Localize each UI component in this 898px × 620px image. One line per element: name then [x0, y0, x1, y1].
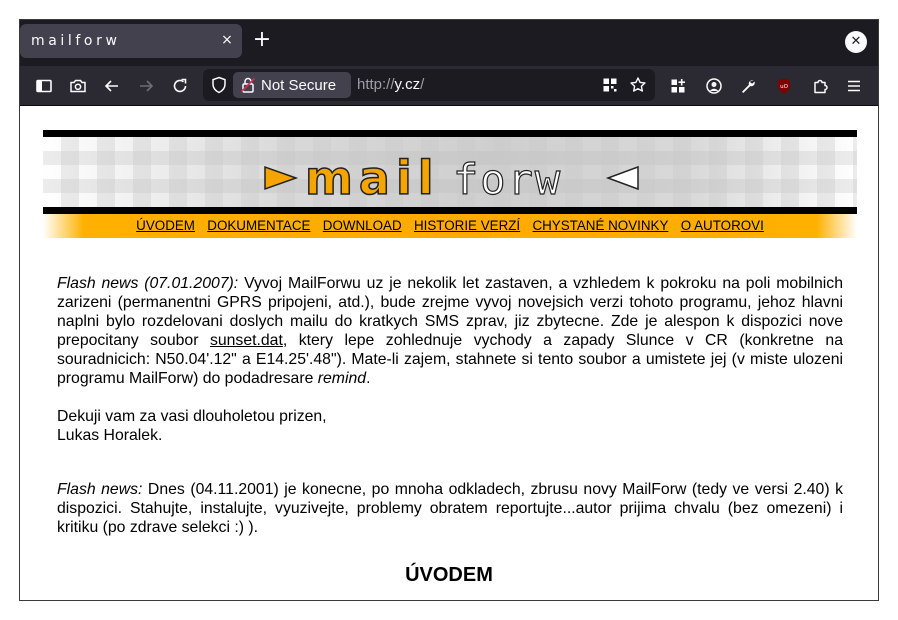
not-secure-badge[interactable]: Not Secure — [233, 72, 351, 98]
sidebar-icon[interactable] — [34, 76, 54, 96]
thanks-line: Dekuji vam za vasi dlouholetou prizen, — [57, 408, 327, 425]
news-label: Flash news (07.01.2007): — [57, 275, 239, 292]
news-paragraph-2007: Flash news (07.01.2007): Vyvoj MailForwu… — [57, 274, 843, 388]
sunset-dat-link[interactable]: sunset.dat — [210, 332, 283, 349]
section-heading: ÚVODEM — [405, 564, 493, 586]
not-secure-label: Not Secure — [261, 77, 337, 94]
shield-icon[interactable] — [209, 75, 229, 95]
mailforw-logo: mail forw — [264, 150, 639, 206]
tab-mailforw[interactable]: mailforw × — [20, 24, 242, 58]
menu-item-o-autorovi[interactable]: O AUTOROVI — [681, 218, 764, 233]
ublock-icon[interactable]: uO — [774, 76, 794, 96]
signature-line: Lukas Horalek. — [57, 427, 163, 444]
menu-item-historie[interactable]: HISTORIE VERZÍ — [414, 218, 520, 233]
nav-bar: Not Secure http://y.cz/ uO — [20, 66, 878, 106]
bookmark-star-icon[interactable] — [628, 75, 648, 95]
banner: mail forw — [43, 137, 857, 207]
screenshot-icon[interactable] — [68, 76, 88, 96]
menu-item-download[interactable]: DOWNLOAD — [323, 218, 402, 233]
wrench-icon[interactable] — [738, 76, 758, 96]
url-host: y.cz — [394, 76, 421, 93]
logo-forw-text: forw — [453, 155, 562, 204]
news-paragraph-2001: Flash news: Dnes (04.11.2001) je konecne… — [57, 480, 843, 537]
reload-icon[interactable] — [170, 76, 190, 96]
url-bar[interactable]: Not Secure http://y.cz/ — [203, 69, 655, 101]
main-content: Flash news (07.01.2007): Vyvoj MailForwu… — [57, 274, 843, 537]
news-label: Flash news: — [57, 481, 143, 498]
menu-icon[interactable] — [844, 76, 864, 96]
window-close-button[interactable]: ✕ — [845, 31, 867, 53]
logo-mail-text: mail — [305, 151, 440, 205]
web-page: mail forw ÚVODEM DOKUMENTACE DOWNLOAD HI… — [20, 106, 878, 600]
extensions-grid-icon[interactable] — [668, 76, 688, 96]
menu-item-novinky[interactable]: CHYSTANÉ NOVINKY — [532, 218, 668, 233]
new-tab-button[interactable]: + — [252, 29, 272, 51]
back-icon[interactable] — [102, 76, 122, 96]
banner-top-bar — [43, 130, 857, 137]
qr-icon[interactable] — [600, 75, 620, 95]
news-text: Dnes (04.11.2001) je konecne, po mnoha o… — [57, 481, 843, 536]
tab-close-icon[interactable]: × — [219, 32, 235, 48]
forward-icon[interactable] — [136, 76, 156, 96]
lock-icon — [238, 75, 258, 95]
url-text[interactable]: http://y.cz/ — [357, 76, 424, 93]
remind-dir: remind — [317, 370, 367, 387]
ublock-badge-text: uO — [780, 84, 788, 90]
menu-item-uvodem[interactable]: ÚVODEM — [136, 218, 195, 233]
top-menu: ÚVODEM DOKUMENTACE DOWNLOAD HISTORIE VER… — [43, 214, 857, 238]
url-scheme: http:// — [357, 76, 395, 93]
tab-strip: mailforw × + ✕ — [20, 20, 878, 66]
tab-title: mailforw — [31, 33, 121, 49]
account-icon[interactable] — [704, 76, 724, 96]
news-text: . — [366, 370, 371, 387]
url-path: / — [420, 76, 425, 93]
puzzle-icon[interactable] — [810, 76, 830, 96]
browser-window: mailforw × + ✕ Not Secure http://y.cz/ u… — [19, 19, 879, 601]
menu-items: ÚVODEM DOKUMENTACE DOWNLOAD HISTORIE VER… — [43, 218, 857, 233]
menu-item-dokumentace[interactable]: DOKUMENTACE — [207, 218, 310, 233]
banner-bottom-bar — [43, 207, 857, 214]
